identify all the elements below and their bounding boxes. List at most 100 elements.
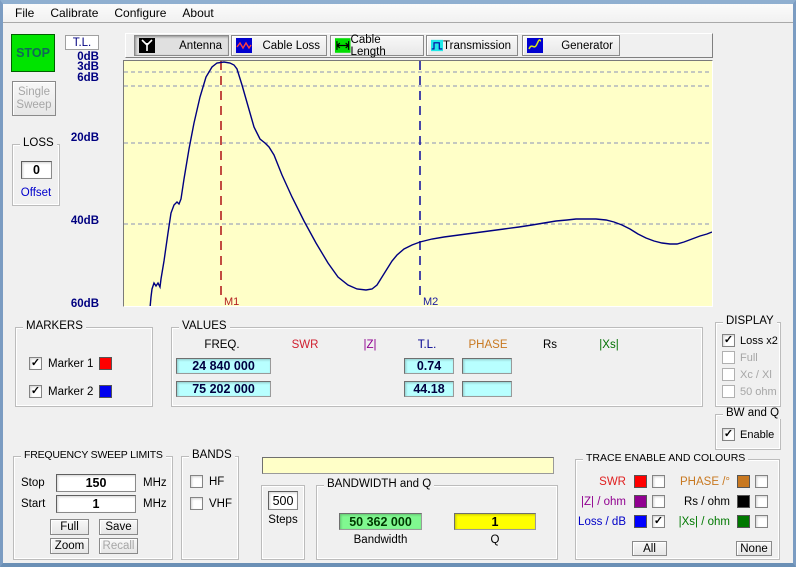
header-tl: T.L. [417,339,437,351]
bands-group-title: BANDS [189,449,235,461]
swr-color-swatch[interactable] [634,475,647,488]
z-trace-checkbox[interactable] [652,495,665,508]
header-freq: FREQ. [204,339,240,351]
bw-and-q-group-title: BW and Q [723,407,783,419]
cable-loss-mode-button[interactable]: Cable Loss [231,35,327,56]
fifty-ohm-label: 50 ohm [740,386,777,398]
menu-calibrate[interactable]: Calibrate [42,5,106,21]
svg-text:M1: M1 [224,296,239,306]
trace-enable-group: TRACE ENABLE AND COLOURS SWR PHASE /° |Z… [575,452,780,560]
header-z: |Z| [363,339,377,351]
sweep-chart[interactable]: M1 M2 [123,60,713,309]
rs-trace-checkbox[interactable] [755,495,768,508]
loss-x2-label: Loss x2 [740,335,778,347]
menu-bar: File Calibrate Configure About [3,4,793,23]
bands-group: BANDS HF VHF [181,449,239,560]
mode-toolbar: Antenna Cable Loss Cable Length Transmis… [125,33,713,58]
display-group: DISPLAY ✓ Loss x2 Full Xc / Xl 50 ohm [715,315,781,407]
marker1-freq-value: 24 840 000 [176,358,271,374]
steps-input[interactable]: 500 [268,491,298,510]
menu-configure[interactable]: Configure [106,5,174,21]
cable-length-mode-button[interactable]: Cable Length [330,33,424,58]
zoom-sweep-button[interactable]: Zoom [50,538,89,554]
stop-button[interactable]: STOP [11,34,55,72]
transmission-mode-button[interactable]: Transmission [426,35,518,56]
frequency-entry-field[interactable] [262,457,554,474]
header-swr: SWR [291,339,319,351]
generator-mode-label: Generator [561,39,613,52]
bw-and-q-group: BW and Q ✓ Enable [715,407,783,450]
transmission-mode-label: Transmission [443,39,511,52]
start-freq-input[interactable]: 1 [56,495,136,513]
single-sweep-button[interactable]: Single Sweep [12,81,56,116]
rs-color-swatch[interactable] [737,495,750,508]
axis-label-40db: 40dB [70,215,99,227]
bandwidth-label: Bandwidth [353,534,408,546]
z-trace-label: |Z| / ohm [581,496,626,508]
q-value: 1 [454,513,536,530]
trace-enable-group-title: TRACE ENABLE AND COLOURS [583,452,749,464]
full-sweep-button[interactable]: Full [50,519,89,535]
sweep-limits-group: FREQUENCY SWEEP LIMITS Stop 150 MHz Star… [13,449,173,560]
generator-icon [527,38,543,53]
fifty-ohm-checkbox[interactable] [722,385,735,398]
marker1-color-swatch[interactable] [99,357,112,370]
z-color-swatch[interactable] [634,495,647,508]
marker2-color-swatch[interactable] [99,385,112,398]
q-label: Q [490,534,500,546]
loss-x2-checkbox[interactable]: ✓ [722,334,735,347]
full-display-checkbox[interactable] [722,351,735,364]
svg-text:M2: M2 [423,296,438,306]
start-freq-label: Start [21,498,46,510]
transmission-icon [431,39,444,52]
hf-band-label: HF [209,476,225,488]
bwq-enable-checkbox[interactable]: ✓ [722,428,735,441]
hf-band-checkbox[interactable] [190,475,203,488]
marker2-label: Marker 2 [48,386,94,398]
loss-trace-checkbox[interactable]: ✓ [652,515,665,528]
marker1-label: Marker 1 [48,358,94,370]
markers-group: MARKERS ✓ Marker 1 ✓ Marker 2 [15,320,153,407]
marker2-checkbox[interactable]: ✓ [29,385,42,398]
menu-about[interactable]: About [174,5,221,21]
xs-color-swatch[interactable] [737,515,750,528]
all-traces-button[interactable]: All [632,541,667,556]
xs-trace-checkbox[interactable] [755,515,768,528]
generator-mode-button[interactable]: Generator [522,35,620,56]
vhf-band-checkbox[interactable] [190,497,203,510]
antenna-mode-button[interactable]: Antenna [134,35,229,56]
save-sweep-button[interactable]: Save [99,519,138,535]
marker1-checkbox[interactable]: ✓ [29,357,42,370]
marker1-tl-value: 0.74 [404,358,454,374]
steps-group: 500 Steps [261,485,305,560]
loss-offset-input[interactable]: 0 [21,161,52,179]
marker2-tl-value: 44.18 [404,381,454,397]
marker2-freq-value: 75 202 000 [176,381,271,397]
stop-freq-unit: MHz [143,477,167,489]
steps-label: Steps [268,514,298,526]
bwq-enable-label: Enable [740,429,775,441]
header-phase: PHASE [468,339,508,351]
stop-freq-input[interactable]: 150 [56,474,136,492]
chart-svg: M1 M2 [124,61,713,309]
no-traces-button[interactable]: None [736,541,772,556]
menu-file[interactable]: File [7,5,42,21]
swr-trace-checkbox[interactable] [652,475,665,488]
phase-color-swatch[interactable] [737,475,750,488]
axis-label-20db: 20dB [70,132,99,144]
markers-group-title: MARKERS [23,320,86,332]
recall-sweep-button[interactable]: Recall [99,538,138,554]
cable-length-mode-label: Cable Length [350,33,386,58]
bandwidth-value: 50 362 000 [339,513,422,530]
cable-loss-mode-label: Cable Loss [262,39,320,52]
antenna-icon [139,38,155,53]
phase-trace-checkbox[interactable] [755,475,768,488]
loss-color-swatch[interactable] [634,515,647,528]
xc-xl-checkbox[interactable] [722,368,735,381]
bandwidth-q-group: BANDWIDTH and Q 50 362 000 Bandwidth 1 Q [316,478,558,560]
vhf-band-label: VHF [209,498,232,510]
cable-loss-icon [236,38,252,53]
header-rs: Rs [542,339,558,351]
start-freq-unit: MHz [143,498,167,510]
values-group-title: VALUES [179,320,230,332]
